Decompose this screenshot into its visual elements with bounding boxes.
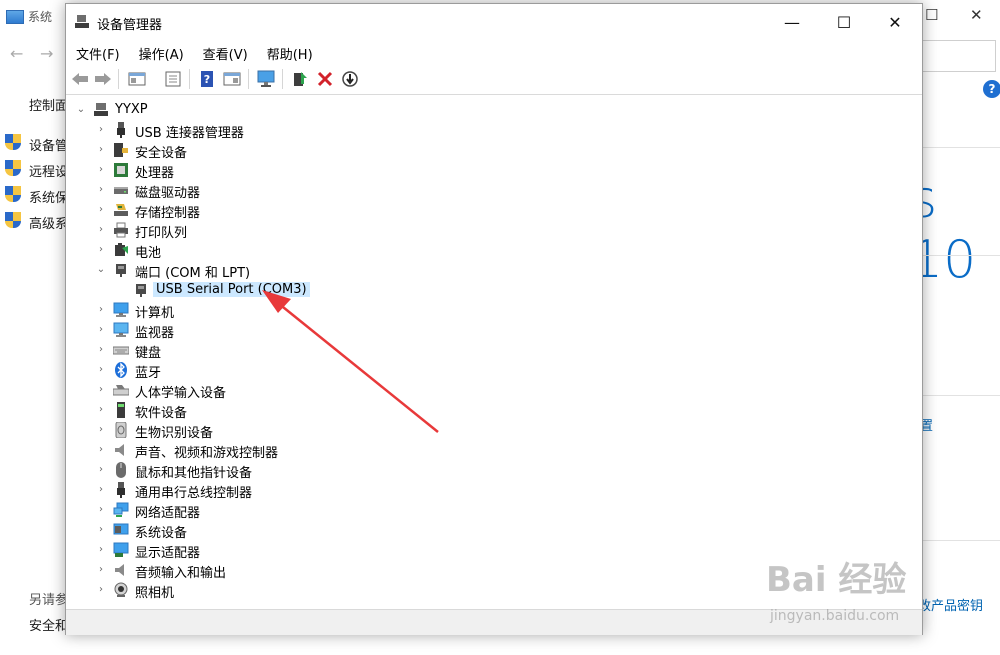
annotation-arrow [262, 290, 439, 433]
